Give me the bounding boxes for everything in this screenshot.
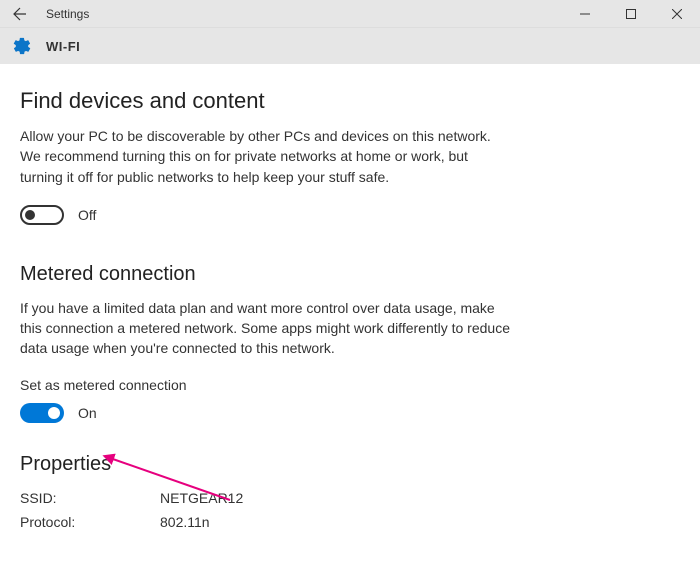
metered-toggle-label: On	[78, 405, 97, 421]
metered-toggle-row: On	[20, 403, 520, 423]
window-controls	[562, 0, 700, 28]
property-row: SSID: NETGEAR12	[20, 490, 520, 506]
back-arrow-icon	[12, 6, 28, 22]
metered-toggle[interactable]	[20, 403, 64, 423]
titlebar: Settings	[0, 0, 700, 28]
find-devices-description: Allow your PC to be discoverable by othe…	[20, 126, 510, 187]
property-value: NETGEAR12	[160, 490, 243, 506]
minimize-button[interactable]	[562, 0, 608, 28]
find-devices-toggle[interactable]	[20, 205, 64, 225]
close-button[interactable]	[654, 0, 700, 28]
toggle-knob	[25, 210, 35, 220]
close-icon	[672, 9, 682, 19]
back-button[interactable]	[0, 0, 40, 28]
find-devices-toggle-label: Off	[78, 207, 96, 223]
window-title: Settings	[40, 7, 562, 21]
gear-icon	[12, 36, 32, 56]
find-devices-toggle-row: Off	[20, 205, 520, 225]
property-key: Protocol:	[20, 514, 160, 530]
content-area: Find devices and content Allow your PC t…	[0, 64, 540, 530]
page-header: WI-FI	[0, 28, 700, 64]
minimize-icon	[580, 9, 590, 19]
metered-field-label: Set as metered connection	[20, 377, 520, 393]
maximize-icon	[626, 9, 636, 19]
metered-description: If you have a limited data plan and want…	[20, 298, 510, 359]
property-value: 802.11n	[160, 514, 210, 530]
metered-heading: Metered connection	[20, 263, 520, 286]
property-key: SSID:	[20, 490, 160, 506]
properties-heading: Properties	[20, 453, 520, 476]
property-row: Protocol: 802.11n	[20, 514, 520, 530]
page-title: WI-FI	[46, 39, 80, 54]
toggle-knob	[48, 407, 60, 419]
maximize-button[interactable]	[608, 0, 654, 28]
find-devices-heading: Find devices and content	[20, 88, 520, 114]
